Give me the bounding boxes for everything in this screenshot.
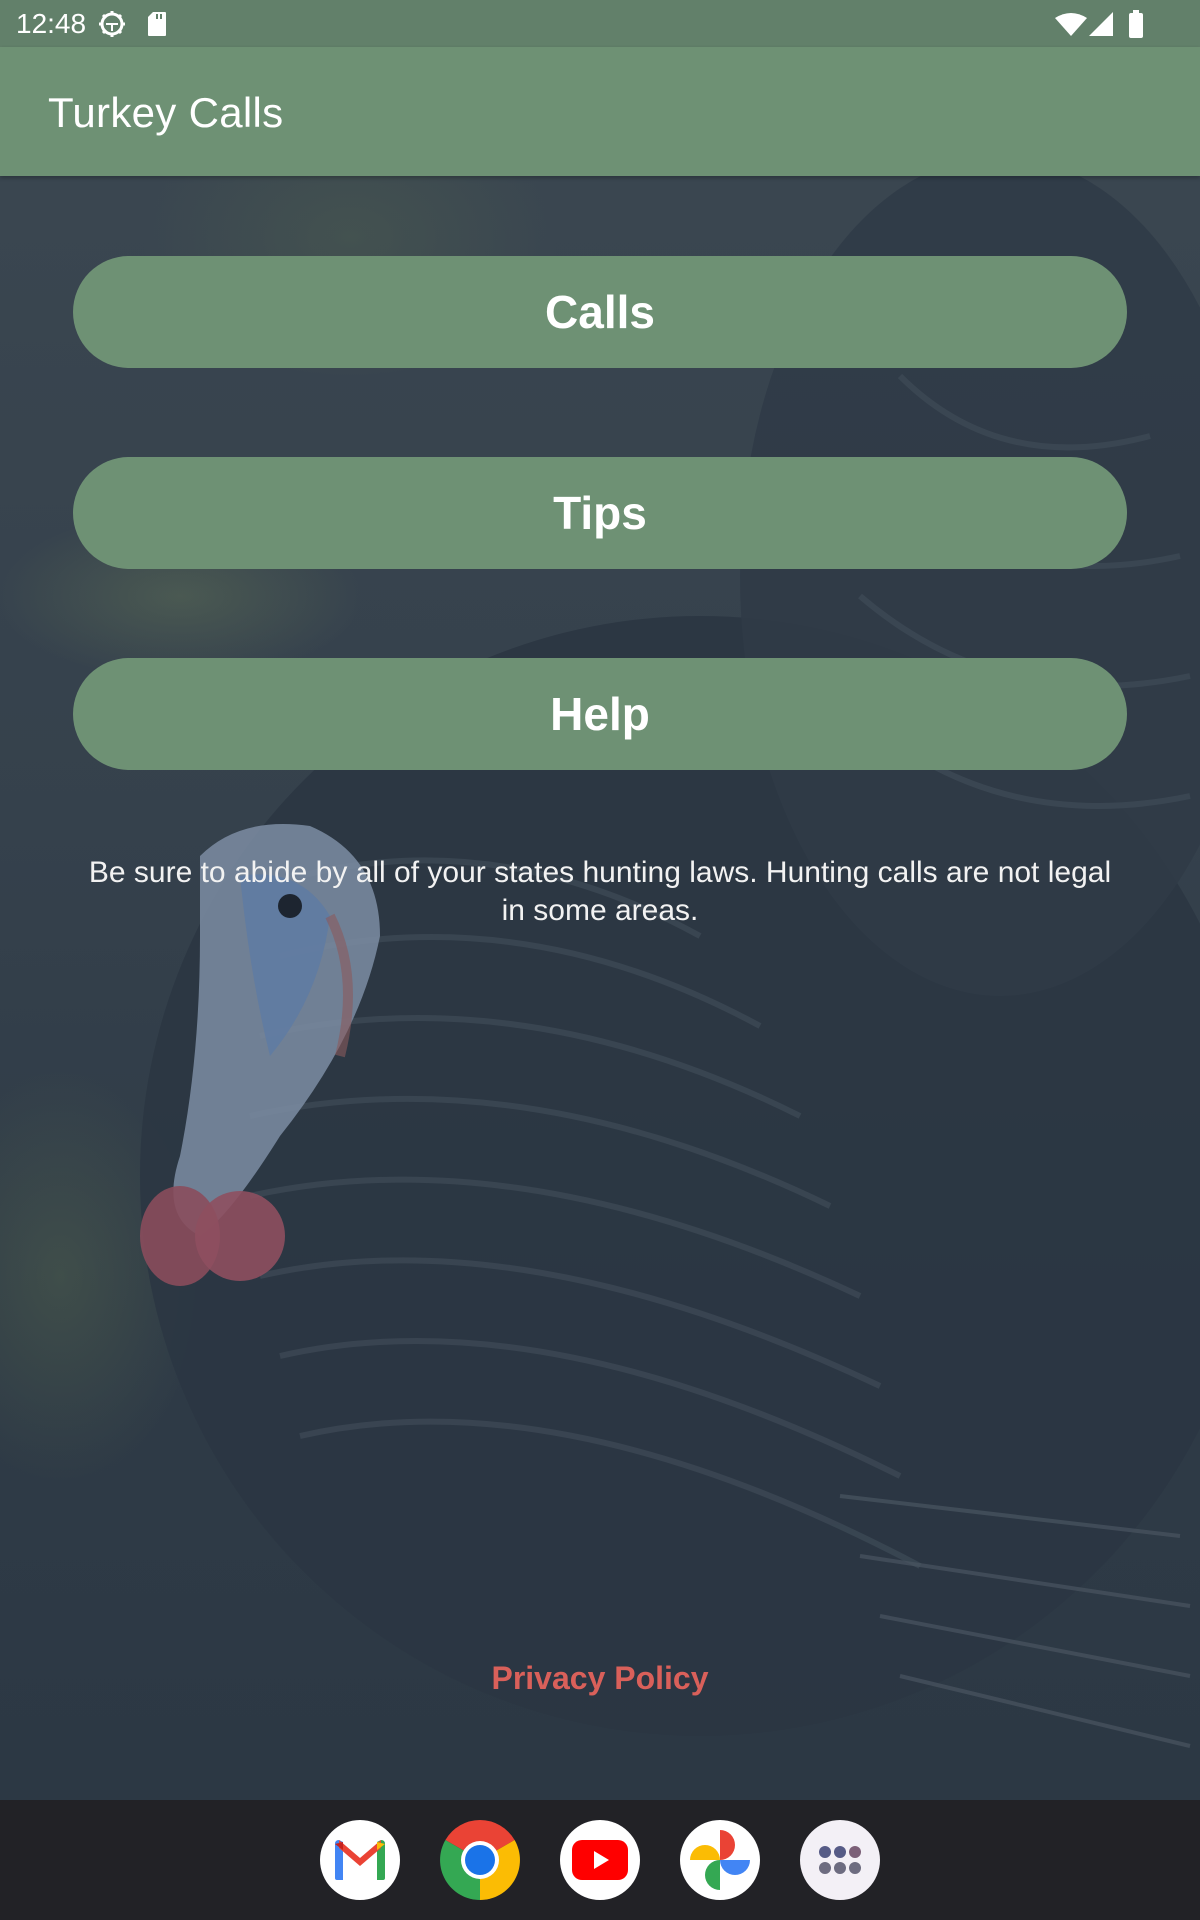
app-drawer-button[interactable] bbox=[800, 1820, 880, 1900]
status-time: 12:48 bbox=[16, 8, 87, 39]
battery-icon bbox=[1128, 10, 1144, 43]
gmail-app[interactable] bbox=[320, 1820, 400, 1900]
photos-app[interactable] bbox=[680, 1820, 760, 1900]
cell-signal-icon bbox=[1089, 12, 1113, 41]
youtube-app[interactable] bbox=[560, 1820, 640, 1900]
chrome-icon bbox=[440, 1820, 520, 1900]
chrome-app[interactable] bbox=[440, 1820, 520, 1900]
app-title: Turkey Calls bbox=[48, 89, 284, 136]
hunting-laws-notice: Be sure to abide by all of your states h… bbox=[88, 856, 1112, 927]
app-bar: Turkey Calls bbox=[0, 47, 1200, 176]
background-turkey-image bbox=[0, 176, 1200, 1800]
turkey-illustration bbox=[140, 176, 1200, 1748]
youtube-icon bbox=[572, 1840, 628, 1880]
photos-icon bbox=[690, 1830, 750, 1890]
app-dock bbox=[0, 1800, 1200, 1920]
gmail-icon bbox=[335, 1840, 385, 1880]
calls-button[interactable]: Calls bbox=[73, 256, 1127, 368]
privacy-policy-link[interactable]: Privacy Policy bbox=[400, 1660, 800, 1697]
sd-card-icon bbox=[147, 11, 167, 42]
app-drawer-icon bbox=[819, 1846, 861, 1874]
help-button[interactable]: Help bbox=[73, 658, 1127, 770]
android-debug-icon bbox=[98, 10, 126, 43]
tips-button[interactable]: Tips bbox=[73, 457, 1127, 569]
status-bar: 12:48 bbox=[0, 0, 1200, 47]
wifi-icon bbox=[1055, 12, 1087, 41]
